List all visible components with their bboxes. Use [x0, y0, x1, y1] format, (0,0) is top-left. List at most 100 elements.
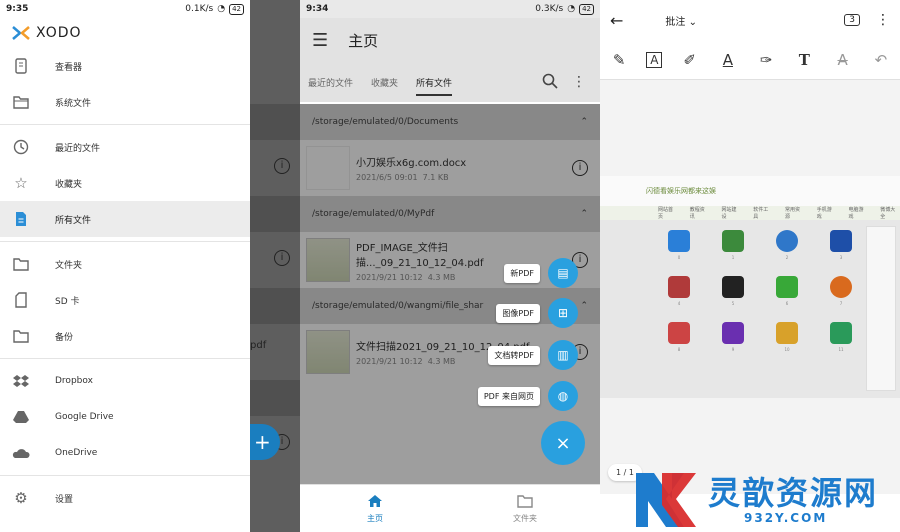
- nav-home[interactable]: 主页: [300, 485, 450, 532]
- globe-icon[interactable]: ◍: [548, 381, 578, 411]
- behind-pdf-label: pdf: [250, 340, 267, 351]
- drawer-item-recent[interactable]: 最近的文件: [0, 129, 250, 165]
- speed-dial-label: 新PDF: [504, 263, 540, 283]
- watermark: 灵歆资源网 932Y.COM: [632, 467, 900, 532]
- search-icon[interactable]: [542, 73, 558, 92]
- speed-dial-image-pdf[interactable]: 图像PDF ⊞: [496, 298, 578, 328]
- document-icon: [12, 210, 30, 228]
- folder-icon: [12, 255, 30, 273]
- drawer-item-dropbox[interactable]: Dropbox: [0, 363, 250, 399]
- app-tile: 4: [656, 276, 702, 312]
- drawer-item-sd-card[interactable]: SD 卡: [0, 282, 250, 318]
- app-tile: 9: [710, 322, 756, 358]
- status-net: 0.3K/s: [535, 4, 564, 14]
- tab-all-files[interactable]: 所有文件: [416, 62, 453, 102]
- back-arrow-icon[interactable]: ←: [610, 11, 623, 30]
- app-tile: 0: [656, 230, 702, 266]
- drawer-item-viewer[interactable]: 查看器: [0, 48, 250, 84]
- undo-icon[interactable]: ↶: [870, 49, 892, 71]
- text-box-icon[interactable]: A: [646, 51, 663, 68]
- bottom-navigation: 主页 文件夹: [300, 484, 600, 532]
- speed-dial-label: 图像PDF: [496, 303, 540, 323]
- sd-card-icon: [12, 291, 30, 309]
- app-tile: 10: [764, 322, 810, 358]
- app-tile: 7: [818, 276, 864, 312]
- speed-dial-doc-to-pdf[interactable]: 文档转PDF ▥: [488, 340, 578, 370]
- drawer-item-label: 查看器: [55, 62, 83, 73]
- watermark-logo-icon: [636, 472, 696, 527]
- drawer-item-backup[interactable]: 备份: [0, 318, 250, 354]
- status-time: 9:34: [306, 4, 329, 14]
- tab-favorites[interactable]: 收藏夹: [371, 62, 398, 102]
- drawer-item-settings[interactable]: ⚙ 设置: [0, 480, 250, 516]
- page-count-button[interactable]: 3: [844, 14, 860, 26]
- folder-icon: [12, 327, 30, 345]
- phone-icon: [12, 57, 30, 75]
- onedrive-icon: [12, 444, 30, 462]
- folder-icon: [517, 494, 533, 510]
- watermark-title: 灵歆资源网: [708, 473, 879, 512]
- close-icon: ×: [555, 432, 571, 454]
- annotation-tools: ✎ A ✐ A ✑ T A ↶: [600, 40, 900, 80]
- app-tile: 8: [656, 322, 702, 358]
- more-options-icon[interactable]: ⋮: [572, 74, 586, 90]
- page-title: 主页: [348, 31, 379, 50]
- panel-annotate: ← 批注 ⌄ 3 ⋮ ✎ A ✐ A ✑ T A ↶ 闪德看娱乐网都来这娱 网站…: [600, 0, 900, 532]
- home-icon: [367, 494, 383, 510]
- panel-drawer: i i pdf i + 9:35 0.1K/s ◔ 42 XODO 查看器 系统文件…: [0, 0, 300, 532]
- text-color-icon[interactable]: A: [717, 49, 739, 71]
- drawer-item-label: 系统文件: [55, 98, 92, 109]
- more-options-icon[interactable]: ⋮: [876, 12, 890, 28]
- battery-indicator: 42: [229, 3, 244, 15]
- wifi-icon: ◔: [217, 4, 226, 14]
- dropbox-icon: [12, 372, 30, 390]
- google-drive-icon: [12, 408, 30, 426]
- chevron-down-icon: ⌄: [688, 16, 697, 28]
- info-icon: i: [274, 158, 290, 174]
- speed-dial-label: 文档转PDF: [488, 345, 540, 365]
- drawer-item-all-files[interactable]: 所有文件: [0, 201, 250, 237]
- drawer-item-label: 最近的文件: [55, 143, 101, 154]
- drawer-item-system-files[interactable]: 系统文件: [0, 84, 250, 120]
- app-tile: 11: [818, 322, 864, 358]
- star-icon: ☆: [14, 174, 28, 192]
- drawer-item-favorites[interactable]: ☆ 收藏夹: [0, 165, 250, 201]
- speed-dial-new-pdf[interactable]: 新PDF ▤: [504, 258, 578, 288]
- drawer-item-label: 收藏夹: [55, 179, 83, 190]
- info-icon: i: [274, 250, 290, 266]
- drawer-item-folders[interactable]: 文件夹: [0, 246, 250, 282]
- drawer-item-onedrive[interactable]: OneDrive: [0, 435, 250, 471]
- speed-dial-web-pdf[interactable]: PDF 来自网页 ◍: [477, 381, 578, 411]
- image-pdf-icon[interactable]: ⊞: [548, 298, 578, 328]
- nav-folders[interactable]: 文件夹: [450, 485, 600, 532]
- doc-menu: 网站首页 教程资讯 网站建设 软件工具 常用资源 手机游戏 电脑游戏 微博大全: [600, 206, 900, 220]
- close-fab-button[interactable]: ×: [541, 421, 585, 465]
- document-icon[interactable]: ▥: [548, 340, 578, 370]
- status-time: 9:35: [6, 4, 29, 14]
- app-tile: 5: [710, 276, 756, 312]
- strikethrough-icon[interactable]: A: [832, 49, 854, 71]
- brand-name: XODO: [36, 25, 82, 41]
- annotation-toolbar-top: ← 批注 ⌄ 3 ⋮: [600, 0, 900, 40]
- drawer-item-label: Google Drive: [55, 412, 114, 422]
- speed-dial-label: PDF 来自网页: [477, 386, 540, 406]
- status-bar: 9:35 0.1K/s ◔ 42: [0, 0, 250, 18]
- new-pdf-icon[interactable]: ▤: [548, 258, 578, 288]
- doc-header: 闪德看娱乐网都来这娱: [600, 176, 900, 206]
- menu-icon[interactable]: ☰: [312, 30, 328, 51]
- watermark-url: 932Y.COM: [744, 510, 828, 525]
- marker-icon[interactable]: ✑: [755, 49, 777, 71]
- text-icon[interactable]: T: [793, 49, 815, 71]
- app-tile: 2: [764, 230, 810, 266]
- app-brand: XODO: [0, 18, 250, 48]
- annotate-mode-selector[interactable]: 批注 ⌄: [665, 13, 697, 28]
- drawer-item-label: 设置: [55, 494, 74, 505]
- tab-recent[interactable]: 最近的文件: [308, 62, 353, 102]
- doc-sidebar: [866, 226, 896, 391]
- highlighter-icon[interactable]: ✐: [679, 49, 701, 71]
- drawer-item-google-drive[interactable]: Google Drive: [0, 399, 250, 435]
- drawer-item-label: 文件夹: [55, 260, 83, 271]
- magic-pen-icon[interactable]: ✎: [608, 49, 630, 71]
- document-page[interactable]: 闪德看娱乐网都来这娱 网站首页 教程资讯 网站建设 软件工具 常用资源 手机游戏 电脑游戏微…: [600, 176, 900, 398]
- nav-label: 主页: [367, 513, 383, 523]
